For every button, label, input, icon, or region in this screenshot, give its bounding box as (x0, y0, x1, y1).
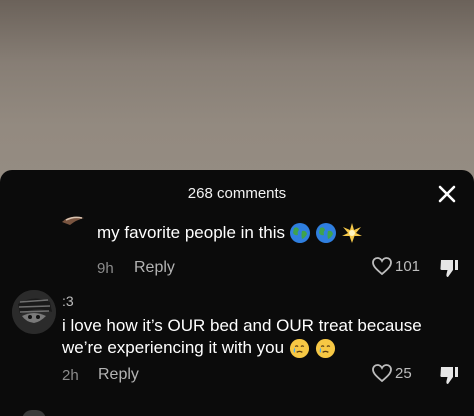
crying-face-icon (315, 338, 335, 359)
dislike-icon[interactable] (437, 256, 461, 280)
like-button[interactable]: 101 (371, 256, 420, 276)
like-count: 101 (395, 257, 421, 275)
comments-count-title: 268 comments (187, 185, 287, 202)
avatar[interactable] (60, 212, 88, 226)
reply-button[interactable]: Reply (134, 259, 175, 277)
avatar[interactable] (22, 410, 46, 416)
avatar[interactable] (12, 290, 56, 334)
comment-timestamp: 2h (62, 367, 79, 384)
comment-text: my favorite people in this (97, 222, 363, 244)
crying-face-icon (289, 338, 309, 359)
like-button[interactable]: 25 (371, 363, 412, 383)
video-background (0, 0, 474, 180)
dislike-icon[interactable] (437, 363, 461, 387)
reply-button[interactable]: Reply (98, 366, 139, 384)
close-button[interactable] (432, 180, 462, 208)
comment-text-content: i love how it’s OUR bed and OUR treat be… (62, 316, 422, 357)
comments-sheet: 268 comments my favorite people in this (0, 170, 474, 416)
comment-text: i love how it’s OUR bed and OUR treat be… (62, 315, 442, 359)
comment-timestamp: 9h (97, 260, 114, 277)
comment-text-content: my favorite people in this (97, 223, 286, 242)
heart-icon (372, 257, 392, 276)
globe-icon (290, 223, 311, 243)
heart-icon (372, 364, 392, 383)
globe-icon (316, 223, 337, 243)
comment-username[interactable]: :3 (62, 293, 74, 309)
like-count: 25 (395, 364, 412, 382)
sparkle-star-icon (342, 223, 363, 243)
close-icon (438, 185, 456, 203)
